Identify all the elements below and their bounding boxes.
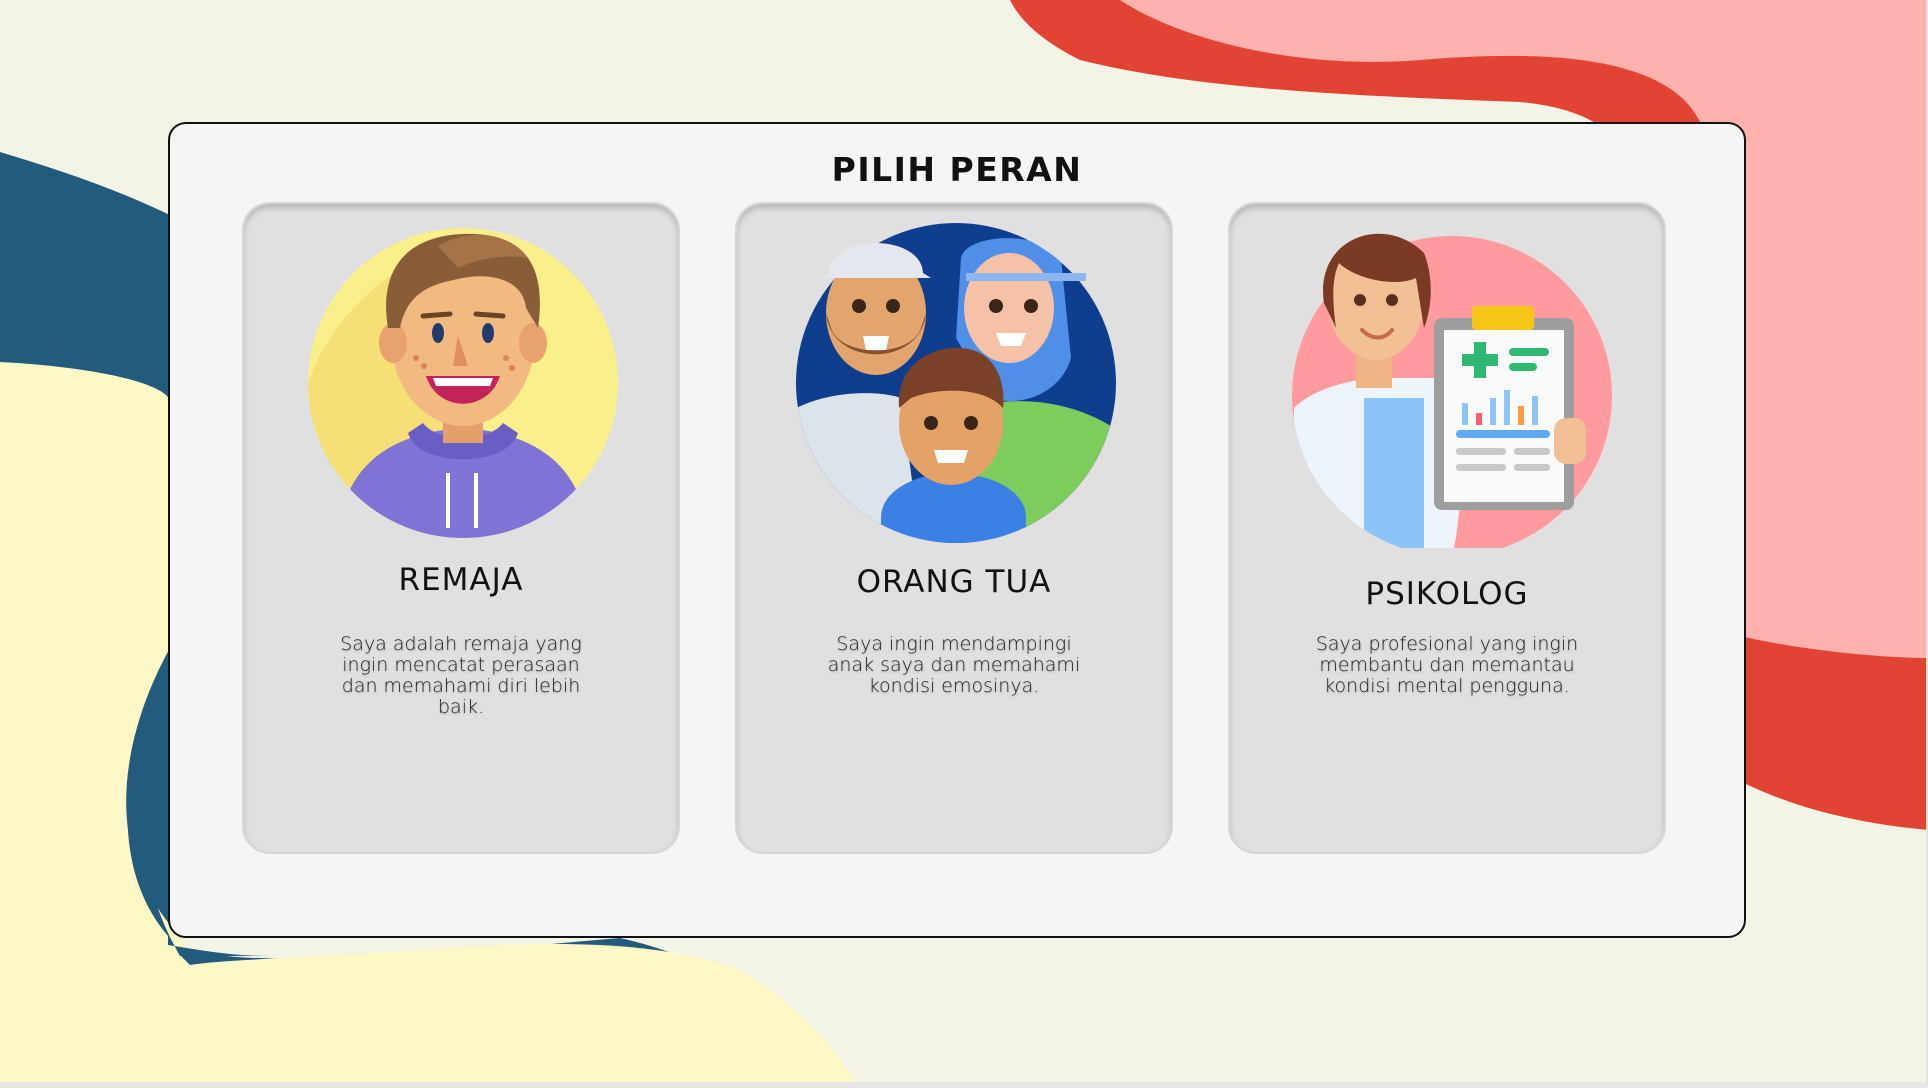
role-card-orang-tua[interactable]: ORANG TUA Saya ingin mendampingi anak sa…	[735, 202, 1173, 854]
family-avatar-icon	[796, 223, 1116, 543]
role-description: Saya profesional yang ingin membantu dan…	[1315, 633, 1579, 697]
psychologist-avatar-icon	[1292, 233, 1612, 548]
role-card-remaja[interactable]: REMAJA Saya adalah remaja yang ingin men…	[242, 202, 680, 854]
teen-boy-avatar-icon	[308, 228, 618, 538]
role-card-psikolog[interactable]: PSIKOLOG Saya profesional yang ingin mem…	[1228, 202, 1666, 854]
role-description: Saya ingin mendampingi anak saya dan mem…	[827, 633, 1081, 697]
page-title: PILIH PERAN	[831, 150, 1083, 189]
role-name: REMAJA	[398, 562, 524, 598]
role-selection-panel: PILIH PERAN REMAJA Saya adalah remaja ya…	[168, 122, 1746, 938]
role-name: ORANG TUA	[856, 564, 1052, 600]
role-name: PSIKOLOG	[1365, 576, 1529, 612]
role-description: Saya adalah remaja yang ingin mencatat p…	[340, 633, 582, 718]
